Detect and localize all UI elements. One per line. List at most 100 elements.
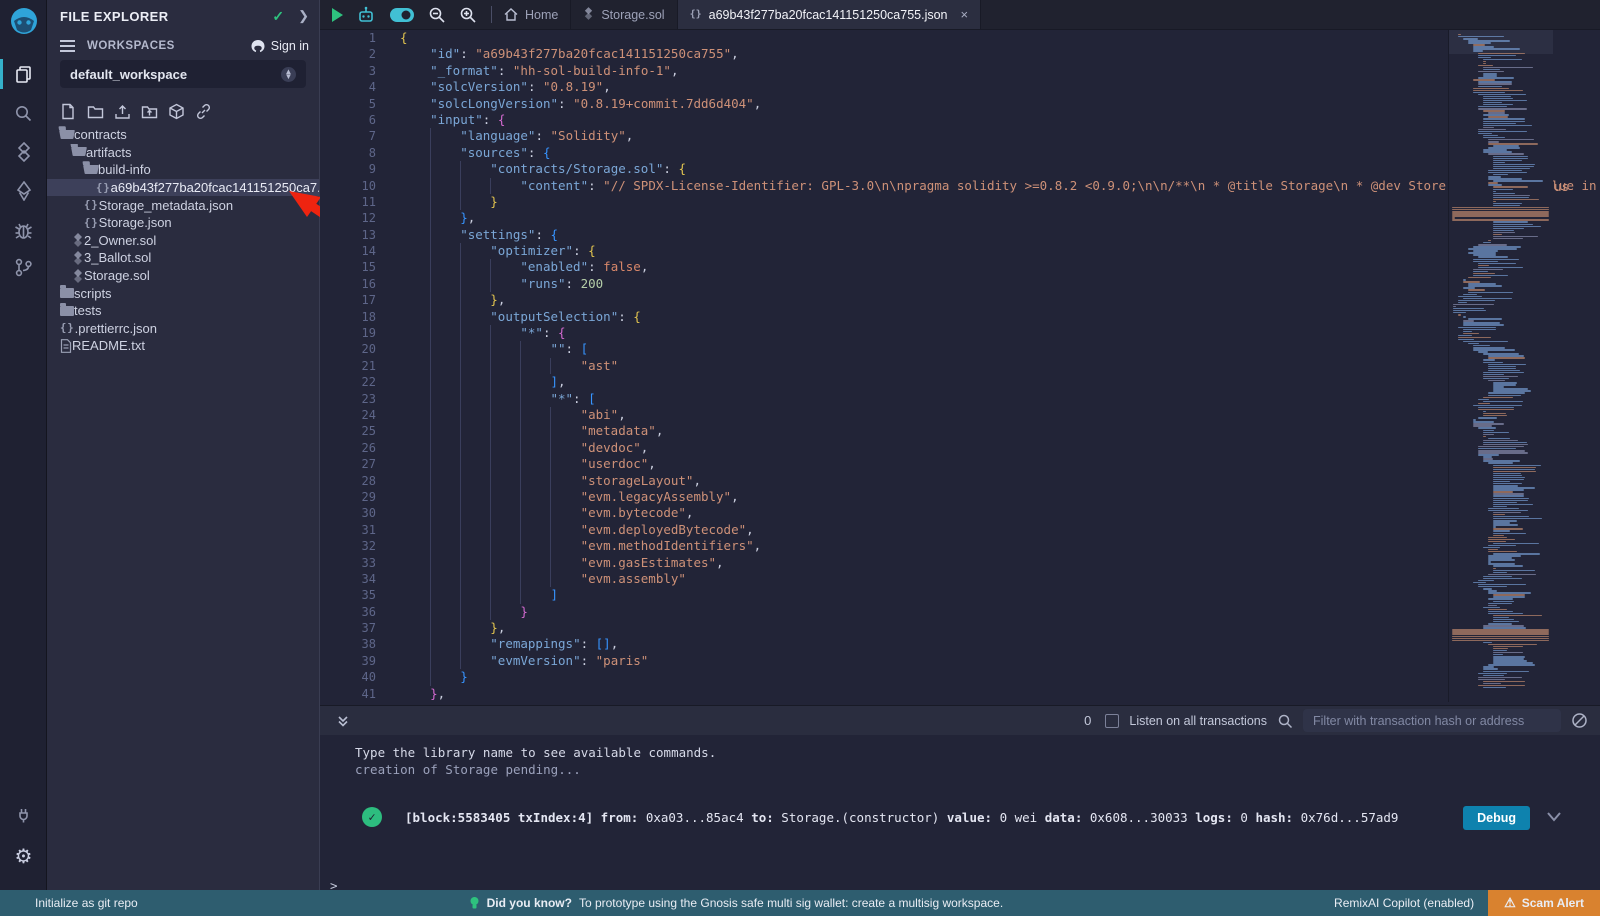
tree-item--prettierrc-json[interactable]: {}.prettierrc.json — [47, 320, 319, 338]
code-line[interactable]: 8"sources": { — [320, 145, 1600, 161]
upload-folder-button[interactable] — [141, 103, 158, 120]
chevron-right-icon[interactable]: ❯ — [298, 8, 309, 24]
code-line[interactable]: 2"id": "a69b43f277ba20fcac141151250ca755… — [320, 46, 1600, 62]
transaction-filter-input[interactable] — [1303, 709, 1561, 732]
code-line[interactable]: 20"": [ — [320, 341, 1600, 357]
code-line[interactable]: 15"enabled": false, — [320, 259, 1600, 275]
code-line[interactable]: 22], — [320, 374, 1600, 390]
transaction-log-row[interactable]: ✓ [block:5583405 txIndex:4] from: 0xa03.… — [320, 803, 1600, 833]
zoom-out-icon[interactable] — [428, 6, 446, 24]
debug-button[interactable]: Debug — [1463, 806, 1530, 830]
tree-item-storage-metadata-json[interactable]: {}Storage_metadata.json — [47, 196, 319, 214]
copilot-status[interactable]: RemixAI Copilot (enabled) — [1334, 896, 1474, 910]
folder-open-icon — [71, 147, 87, 156]
code-line[interactable]: 23"*": [ — [320, 391, 1600, 407]
code-line[interactable]: 17}, — [320, 292, 1600, 308]
tab-home[interactable]: Home — [492, 0, 571, 29]
tree-item-3-ballot-sol[interactable]: 3_Ballot.sol — [47, 249, 319, 267]
github-sign-in[interactable]: Sign in — [250, 39, 309, 54]
tree-item-a69b43f277ba20fcac141151250ca7-[interactable]: {}a69b43f277ba20fcac141151250ca7... — [47, 179, 319, 197]
remix-logo-icon[interactable] — [8, 6, 40, 38]
code-line[interactable]: 35] — [320, 587, 1600, 603]
code-line[interactable]: 3"_format": "hh-sol-build-info-1", — [320, 63, 1600, 79]
code-line[interactable]: 37}, — [320, 620, 1600, 636]
tree-item-build-info[interactable]: build-info — [47, 161, 319, 179]
code-line[interactable]: 30"evm.bytecode", — [320, 505, 1600, 521]
code-line[interactable]: 9"contracts/Storage.sol": { — [320, 161, 1600, 177]
scam-alert-button[interactable]: ⚠ Scam Alert — [1488, 890, 1600, 916]
tab-storage-sol[interactable]: Storage.sol — [571, 0, 677, 29]
link-button[interactable] — [195, 103, 212, 120]
code-line[interactable]: 29"evm.legacyAssembly", — [320, 489, 1600, 505]
sidebar-item-debugger[interactable] — [0, 211, 47, 249]
ai-assistant-icon[interactable] — [356, 6, 376, 24]
code-line[interactable]: 7"language": "Solidity", — [320, 128, 1600, 144]
code-line[interactable]: 26"devdoc", — [320, 440, 1600, 456]
tree-item-tests[interactable]: tests — [47, 302, 319, 320]
workspace-menu-icon[interactable] — [60, 37, 75, 55]
sidebar-item-search[interactable] — [0, 94, 47, 132]
code-line[interactable]: 21"ast" — [320, 358, 1600, 374]
tree-item-readme-txt[interactable]: README.txt — [47, 337, 319, 355]
code-line[interactable]: 41}, — [320, 686, 1600, 702]
sidebar-item-file-explorer[interactable] — [0, 55, 47, 93]
code-line[interactable]: 33"evm.gasEstimates", — [320, 555, 1600, 571]
close-tab-icon[interactable]: × — [961, 7, 969, 22]
code-line[interactable]: 25"metadata", — [320, 423, 1600, 439]
minimap[interactable] — [1449, 30, 1553, 702]
clear-console-icon[interactable] — [1571, 712, 1588, 729]
code-line[interactable]: 36} — [320, 604, 1600, 620]
file-icon — [60, 339, 72, 353]
code-line[interactable]: 31"evm.deployedBytecode", — [320, 522, 1600, 538]
sidebar-item-deploy-run[interactable] — [0, 172, 47, 210]
status-bar: Initialize as git repo Did you know? To … — [0, 890, 1600, 916]
collapse-terminal-icon[interactable] — [336, 714, 350, 728]
workspace-select[interactable]: default_workspace ▲▼ — [60, 60, 306, 88]
sidebar-item-settings[interactable]: ⚙ — [0, 838, 47, 876]
file-toolbar — [60, 103, 212, 120]
load-package-button[interactable] — [168, 103, 185, 120]
code-line[interactable]: 6"input": { — [320, 112, 1600, 128]
code-line[interactable]: 40} — [320, 669, 1600, 685]
code-line[interactable]: 10"content": "// SPDX-License-Identifier… — [320, 178, 1600, 194]
run-script-button[interactable] — [332, 8, 343, 22]
sidebar-item-git[interactable] — [0, 248, 47, 286]
code-line[interactable]: 11} — [320, 194, 1600, 210]
sidebar-item-solidity-compiler[interactable] — [0, 133, 47, 171]
code-line[interactable]: 13"settings": { — [320, 227, 1600, 243]
upload-file-button[interactable] — [114, 103, 131, 120]
code-line[interactable]: 5"solcLongVersion": "0.8.19+commit.7dd6d… — [320, 96, 1600, 112]
code-line[interactable]: 28"storageLayout", — [320, 473, 1600, 489]
tree-item-2-owner-sol[interactable]: 2_Owner.sol — [47, 232, 319, 250]
tree-item-storage-sol[interactable]: Storage.sol — [47, 267, 319, 285]
tab-a69b43f277ba20fcac141151250ca755-json[interactable]: {}a69b43f277ba20fcac141151250ca755.json× — [678, 0, 982, 29]
tree-item-contracts[interactable]: contracts — [47, 126, 319, 144]
create-file-button[interactable] — [60, 103, 77, 120]
sidebar-item-plugin-manager[interactable] — [0, 795, 47, 833]
code-line[interactable]: 19"*": { — [320, 325, 1600, 341]
listen-all-checkbox[interactable] — [1105, 714, 1119, 728]
code-line[interactable]: 12}, — [320, 210, 1600, 226]
code-line[interactable]: 18"outputSelection": { — [320, 309, 1600, 325]
code-line[interactable]: 34"evm.assembly" — [320, 571, 1600, 587]
code-line[interactable]: 14"optimizer": { — [320, 243, 1600, 259]
expand-tx-icon[interactable] — [1546, 811, 1562, 823]
code-line[interactable]: 16"runs": 200 — [320, 276, 1600, 292]
code-line[interactable]: 27"userdoc", — [320, 456, 1600, 472]
code-line[interactable]: 24"abi", — [320, 407, 1600, 423]
create-folder-button[interactable] — [87, 103, 104, 120]
minimap-slider[interactable] — [1449, 30, 1553, 54]
tree-item-artifacts[interactable]: artifacts — [47, 144, 319, 162]
ai-copilot-toggle[interactable] — [389, 7, 415, 23]
code-editor[interactable]: 1{2"id": "a69b43f277ba20fcac141151250ca7… — [320, 30, 1600, 705]
code-line[interactable]: 4"solcVersion": "0.8.19", — [320, 79, 1600, 95]
code-line[interactable]: 32"evm.methodIdentifiers", — [320, 538, 1600, 554]
code-line[interactable]: 39"evmVersion": "paris" — [320, 653, 1600, 669]
terminal-output[interactable]: Type the library name to see available c… — [320, 735, 1600, 890]
tree-item-storage-json[interactable]: {}Storage.json — [47, 214, 319, 232]
code-line[interactable]: 38"remappings": [], — [320, 636, 1600, 652]
code-line[interactable]: 1{ — [320, 30, 1600, 46]
git-init-button[interactable]: Initialize as git repo — [0, 896, 138, 910]
tree-item-scripts[interactable]: scripts — [47, 284, 319, 302]
zoom-in-icon[interactable] — [459, 6, 477, 24]
